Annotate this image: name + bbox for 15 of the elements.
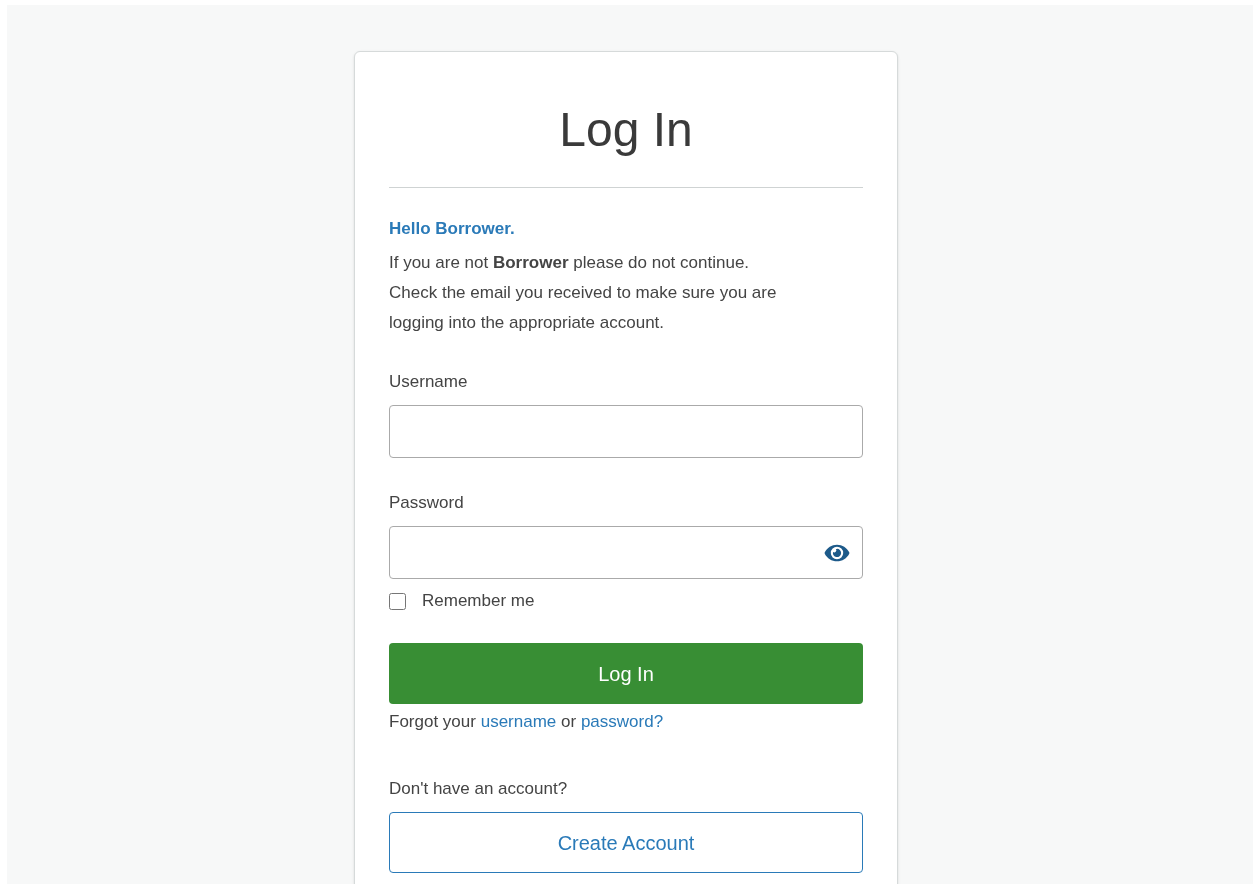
notice-text: If you are not Borrower please do not continue. Check the email you received to make sure you are logging into the appropriate account. [389, 252, 778, 334]
greeting: Hello Borrower. [389, 218, 516, 240]
remember-label: Remember me [422, 590, 535, 612]
username-field[interactable] [389, 405, 863, 458]
remember-checkbox[interactable] [389, 592, 406, 610]
forgot-text: Forgot your username or password? [389, 711, 665, 733]
field-label: Username [389, 371, 469, 393]
password-link[interactable]: password? [580, 712, 664, 731]
login-button[interactable]: Log In [389, 643, 863, 704]
username-link[interactable]: username [480, 712, 557, 731]
create-account-button[interactable]: Create Account [389, 812, 863, 873]
password-field[interactable] [389, 526, 863, 579]
signup-prompt: Don't have an account? [389, 778, 569, 800]
page-title: Log In [558, 102, 694, 158]
field-label: Password [389, 492, 465, 514]
